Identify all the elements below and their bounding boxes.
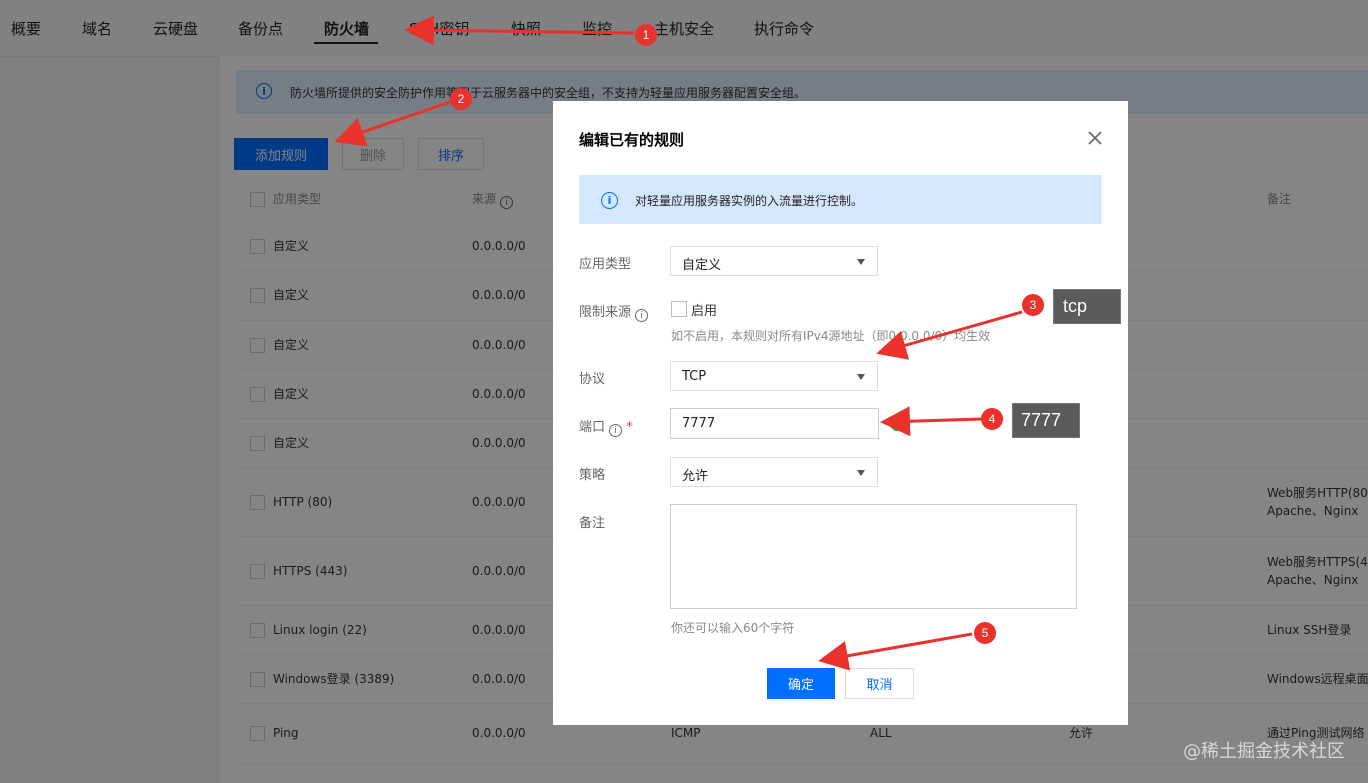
arrow-3 [876,310,1023,360]
step-badge-1: 1 [635,24,657,46]
annotation-arrows [334,15,1023,671]
step-badge-5: 5 [974,622,996,644]
step-badge-2: 2 [450,88,472,110]
callout-protocol: tcp [1053,289,1121,324]
step-badge-4: 4 [981,408,1003,430]
arrow-5 [818,632,973,671]
watermark: @稀土掘金技术社区 [1183,741,1345,762]
arrow-1 [404,15,635,46]
step-badge-3: 3 [1022,294,1044,316]
arrow-4 [880,406,983,437]
arrow-2 [334,100,451,147]
callout-port: 7777 [1012,403,1080,438]
